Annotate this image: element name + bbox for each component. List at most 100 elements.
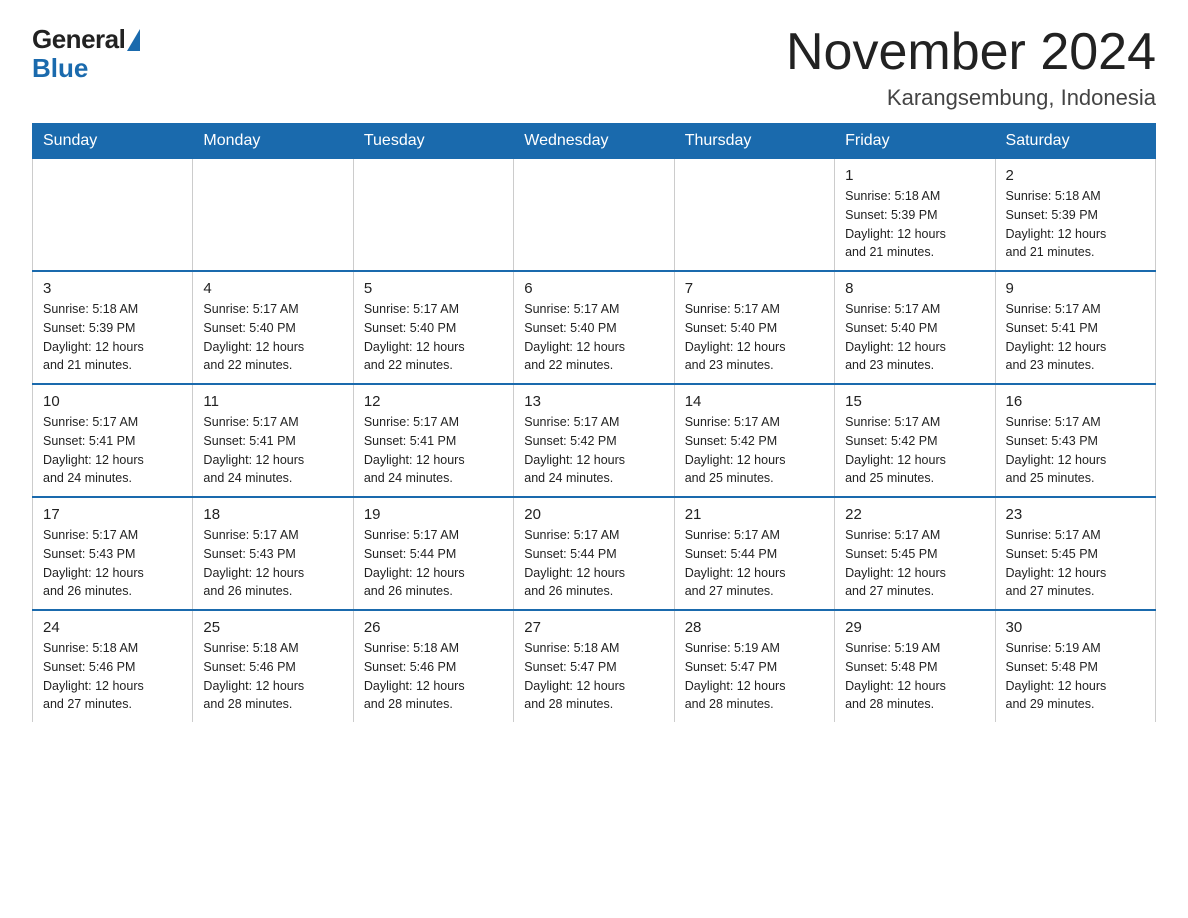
calendar-body: 1 Sunrise: 5:18 AMSunset: 5:39 PMDaylight… [33,159,1156,723]
day-number: 18 [203,506,342,523]
day-info: Sunrise: 5:17 AMSunset: 5:44 PMDaylight:… [364,526,503,601]
calendar-cell: 29 Sunrise: 5:19 AMSunset: 5:48 PMDayligh… [835,610,995,722]
day-number: 13 [524,393,663,410]
calendar-cell: 12Sunrise: 5:17 AMSunset: 5:41 PMDayligh… [353,384,513,497]
calendar-cell: 3 Sunrise: 5:18 AMSunset: 5:39 PMDaylight… [33,271,193,384]
day-info: Sunrise: 5:18 AMSunset: 5:46 PMDaylight:… [43,639,182,714]
day-number: 26 [364,619,503,636]
day-number: 20 [524,506,663,523]
weekday-header-friday: Friday [835,124,995,159]
calendar-cell [674,159,834,272]
day-info: Sunrise: 5:17 AMSunset: 5:45 PMDaylight:… [845,526,984,601]
calendar-cell: 15 Sunrise: 5:17 AMSunset: 5:42 PMDayligh… [835,384,995,497]
day-info: Sunrise: 5:17 AMSunset: 5:40 PMDaylight:… [203,300,342,375]
day-number: 16 [1006,393,1145,410]
day-info: Sunrise: 5:17 AMSunset: 5:42 PMDaylight:… [685,413,824,488]
calendar-cell: 11Sunrise: 5:17 AMSunset: 5:41 PMDayligh… [193,384,353,497]
day-info: Sunrise: 5:18 AMSunset: 5:39 PMDaylight:… [1006,187,1145,262]
day-info: Sunrise: 5:19 AMSunset: 5:48 PMDaylight:… [845,639,984,714]
weekday-header-saturday: Saturday [995,124,1155,159]
day-info: Sunrise: 5:17 AMSunset: 5:41 PMDaylight:… [364,413,503,488]
calendar-cell: 5Sunrise: 5:17 AMSunset: 5:40 PMDaylight… [353,271,513,384]
calendar-cell [193,159,353,272]
day-info: Sunrise: 5:17 AMSunset: 5:43 PMDaylight:… [1006,413,1145,488]
day-info: Sunrise: 5:17 AMSunset: 5:41 PMDaylight:… [43,413,182,488]
calendar-cell: 13 Sunrise: 5:17 AMSunset: 5:42 PMDayligh… [514,384,674,497]
day-info: Sunrise: 5:17 AMSunset: 5:42 PMDaylight:… [845,413,984,488]
calendar-cell: 30 Sunrise: 5:19 AMSunset: 5:48 PMDayligh… [995,610,1155,722]
day-number: 4 [203,280,342,297]
day-info: Sunrise: 5:17 AMSunset: 5:41 PMDaylight:… [1006,300,1145,375]
day-number: 2 [1006,167,1145,184]
day-info: Sunrise: 5:17 AMSunset: 5:41 PMDaylight:… [203,413,342,488]
calendar-table: SundayMondayTuesdayWednesdayThursdayFrid… [32,123,1156,722]
day-info: Sunrise: 5:18 AMSunset: 5:47 PMDaylight:… [524,639,663,714]
weekday-header-row: SundayMondayTuesdayWednesdayThursdayFrid… [33,124,1156,159]
day-number: 27 [524,619,663,636]
day-number: 30 [1006,619,1145,636]
calendar-cell: 26Sunrise: 5:18 AMSunset: 5:46 PMDayligh… [353,610,513,722]
calendar-cell: 2 Sunrise: 5:18 AMSunset: 5:39 PMDaylight… [995,159,1155,272]
calendar-cell: 18 Sunrise: 5:17 AMSunset: 5:43 PMDayligh… [193,497,353,610]
day-number: 3 [43,280,182,297]
calendar-cell: 1 Sunrise: 5:18 AMSunset: 5:39 PMDaylight… [835,159,995,272]
calendar-cell [353,159,513,272]
calendar-cell: 28Sunrise: 5:19 AMSunset: 5:47 PMDayligh… [674,610,834,722]
day-number: 17 [43,506,182,523]
logo-triangle-icon [127,29,140,51]
day-info: Sunrise: 5:17 AMSunset: 5:44 PMDaylight:… [685,526,824,601]
calendar-cell: 21 Sunrise: 5:17 AMSunset: 5:44 PMDayligh… [674,497,834,610]
month-year-title: November 2024 [786,24,1156,81]
calendar-cell: 17 Sunrise: 5:17 AMSunset: 5:43 PMDayligh… [33,497,193,610]
calendar-cell: 24 Sunrise: 5:18 AMSunset: 5:46 PMDayligh… [33,610,193,722]
calendar-cell: 4 Sunrise: 5:17 AMSunset: 5:40 PMDaylight… [193,271,353,384]
calendar-cell: 25Sunrise: 5:18 AMSunset: 5:46 PMDayligh… [193,610,353,722]
day-number: 7 [685,280,824,297]
calendar-header: SundayMondayTuesdayWednesdayThursdayFrid… [33,124,1156,159]
title-block: November 2024 Karangsembung, Indonesia [786,24,1156,111]
calendar-week-row: 3 Sunrise: 5:18 AMSunset: 5:39 PMDaylight… [33,271,1156,384]
day-number: 15 [845,393,984,410]
day-info: Sunrise: 5:17 AMSunset: 5:40 PMDaylight:… [524,300,663,375]
day-number: 14 [685,393,824,410]
day-info: Sunrise: 5:17 AMSunset: 5:43 PMDaylight:… [203,526,342,601]
weekday-header-thursday: Thursday [674,124,834,159]
day-info: Sunrise: 5:17 AMSunset: 5:42 PMDaylight:… [524,413,663,488]
weekday-header-wednesday: Wednesday [514,124,674,159]
calendar-cell: 16 Sunrise: 5:17 AMSunset: 5:43 PMDayligh… [995,384,1155,497]
day-number: 1 [845,167,984,184]
calendar-week-row: 10 Sunrise: 5:17 AMSunset: 5:41 PMDayligh… [33,384,1156,497]
page-header: General Blue November 2024 Karangsembung… [32,24,1156,111]
logo-top: General [32,24,140,55]
calendar-cell: 6 Sunrise: 5:17 AMSunset: 5:40 PMDaylight… [514,271,674,384]
logo: General Blue [32,24,140,84]
calendar-cell: 27 Sunrise: 5:18 AMSunset: 5:47 PMDayligh… [514,610,674,722]
day-number: 9 [1006,280,1145,297]
day-info: Sunrise: 5:17 AMSunset: 5:43 PMDaylight:… [43,526,182,601]
day-number: 29 [845,619,984,636]
weekday-header-monday: Monday [193,124,353,159]
day-number: 6 [524,280,663,297]
day-number: 22 [845,506,984,523]
day-info: Sunrise: 5:18 AMSunset: 5:39 PMDaylight:… [43,300,182,375]
day-number: 25 [203,619,342,636]
calendar-cell: 10 Sunrise: 5:17 AMSunset: 5:41 PMDayligh… [33,384,193,497]
calendar-cell: 23Sunrise: 5:17 AMSunset: 5:45 PMDayligh… [995,497,1155,610]
day-info: Sunrise: 5:19 AMSunset: 5:48 PMDaylight:… [1006,639,1145,714]
day-number: 19 [364,506,503,523]
day-number: 21 [685,506,824,523]
calendar-week-row: 1 Sunrise: 5:18 AMSunset: 5:39 PMDaylight… [33,159,1156,272]
day-info: Sunrise: 5:19 AMSunset: 5:47 PMDaylight:… [685,639,824,714]
calendar-cell: 7 Sunrise: 5:17 AMSunset: 5:40 PMDaylight… [674,271,834,384]
day-number: 24 [43,619,182,636]
calendar-cell: 9 Sunrise: 5:17 AMSunset: 5:41 PMDaylight… [995,271,1155,384]
calendar-cell [514,159,674,272]
day-info: Sunrise: 5:18 AMSunset: 5:39 PMDaylight:… [845,187,984,262]
day-number: 10 [43,393,182,410]
calendar-cell: 20Sunrise: 5:17 AMSunset: 5:44 PMDayligh… [514,497,674,610]
day-info: Sunrise: 5:17 AMSunset: 5:40 PMDaylight:… [685,300,824,375]
location-text: Karangsembung, Indonesia [786,85,1156,111]
calendar-cell: 19 Sunrise: 5:17 AMSunset: 5:44 PMDayligh… [353,497,513,610]
day-info: Sunrise: 5:17 AMSunset: 5:40 PMDaylight:… [364,300,503,375]
day-number: 23 [1006,506,1145,523]
